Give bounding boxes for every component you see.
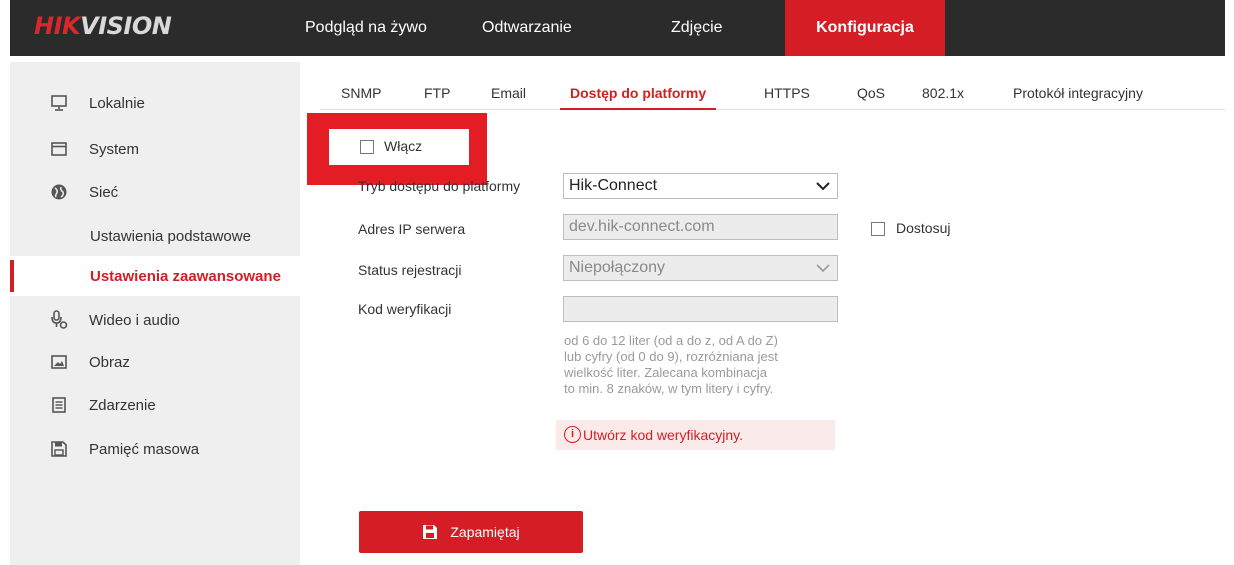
nav-configuration[interactable]: Konfiguracja [785, 0, 945, 56]
sidebar-item-image[interactable]: Obraz [10, 342, 300, 382]
sidebar-item-basic-settings[interactable]: Ustawienia podstawowe [10, 216, 300, 256]
tab-integration-protocol[interactable]: Protokół integracyjny [1013, 78, 1143, 110]
active-indicator [10, 260, 14, 292]
hikvision-logo: HIKVISION [34, 12, 172, 40]
verification-code-label: Kod weryfikacji [358, 301, 452, 317]
sidebar-item-label: Lokalnie [89, 94, 145, 112]
save-icon [50, 440, 68, 458]
verification-warning: i Utwórz kod weryfikacyjny. [556, 420, 835, 450]
enable-label: Włącz [384, 138, 423, 154]
tab-platform-access[interactable]: Dostęp do platformy [560, 78, 717, 110]
warning-text: Utwórz kod weryfikacyjny. [583, 427, 744, 443]
window-icon [50, 140, 68, 158]
nav-playback[interactable]: Odtwarzanie [460, 0, 594, 56]
sidebar-item-label: Ustawienia podstawowe [90, 227, 251, 245]
globe-icon [50, 183, 68, 201]
tab-8021x[interactable]: 802.1x [922, 78, 964, 110]
custom-checkbox[interactable] [871, 222, 885, 236]
server-ip-input[interactable]: dev.hik-connect.com [563, 214, 838, 240]
sidebar-item-label: Zdarzenie [89, 396, 156, 414]
access-mode-label: Tryb dostępu do platformy [358, 178, 521, 194]
verification-code-input[interactable] [563, 296, 838, 322]
sidebar-item-label: Pamięć masowa [89, 440, 200, 458]
sidebar-item-network[interactable]: Sieć [10, 172, 300, 212]
verification-code-hint: od 6 do 12 liter (od a do z, od A do Z) … [564, 333, 778, 396]
sidebar-item-advanced-settings[interactable]: Ustawienia zaawansowane [10, 256, 300, 296]
access-mode-select[interactable]: Hik-Connect [563, 173, 838, 199]
tab-snmp[interactable]: SNMP [341, 78, 381, 110]
sidebar-item-label: System [89, 140, 140, 158]
microphone-icon [50, 310, 68, 329]
tab-ftp[interactable]: FTP [424, 78, 450, 110]
sidebar-item-video-audio[interactable]: Wideo i audio [10, 300, 300, 340]
sidebar-item-storage[interactable]: Pamięć masowa [10, 429, 300, 469]
sidebar-item-label: Sieć [89, 183, 119, 201]
nav-live-view[interactable]: Podgląd na żywo [283, 0, 449, 56]
tab-https[interactable]: HTTPS [764, 78, 810, 110]
sidebar-item-local[interactable]: Lokalnie [10, 83, 300, 123]
custom-label: Dostosuj [896, 220, 951, 236]
tab-qos[interactable]: QoS [857, 78, 885, 110]
nav-picture[interactable]: Zdjęcie [649, 0, 745, 56]
sidebar-item-label: Ustawienia zaawansowane [90, 267, 281, 285]
sidebar-item-label: Obraz [89, 353, 130, 371]
save-icon [422, 524, 438, 540]
settings-tabs: SNMP FTP Email Dostęp do platformy HTTPS… [320, 78, 1225, 110]
enable-checkbox[interactable] [360, 140, 374, 154]
info-icon: i [564, 426, 581, 443]
tab-email[interactable]: Email [491, 78, 526, 110]
image-icon [50, 353, 68, 371]
sidebar-item-system[interactable]: System [10, 129, 300, 169]
sidebar-item-event[interactable]: Zdarzenie [10, 385, 300, 425]
top-navigation-bar: HIKVISION Podgląd na żywo Odtwarzanie Zd… [10, 0, 1225, 56]
chevron-down-icon [815, 178, 831, 194]
calendar-icon [50, 396, 68, 414]
sidebar-item-label: Wideo i audio [89, 311, 180, 329]
server-ip-label: Adres IP serwera [358, 221, 466, 237]
monitor-icon [50, 94, 68, 112]
registration-status-select: Niepołączony [563, 255, 838, 281]
sidebar: Lokalnie System Sieć Ustawienia podstawo… [10, 62, 300, 565]
save-button[interactable]: Zapamiętaj [359, 511, 583, 553]
chevron-down-icon [815, 260, 831, 276]
registration-status-label: Status rejestracji [358, 262, 462, 278]
